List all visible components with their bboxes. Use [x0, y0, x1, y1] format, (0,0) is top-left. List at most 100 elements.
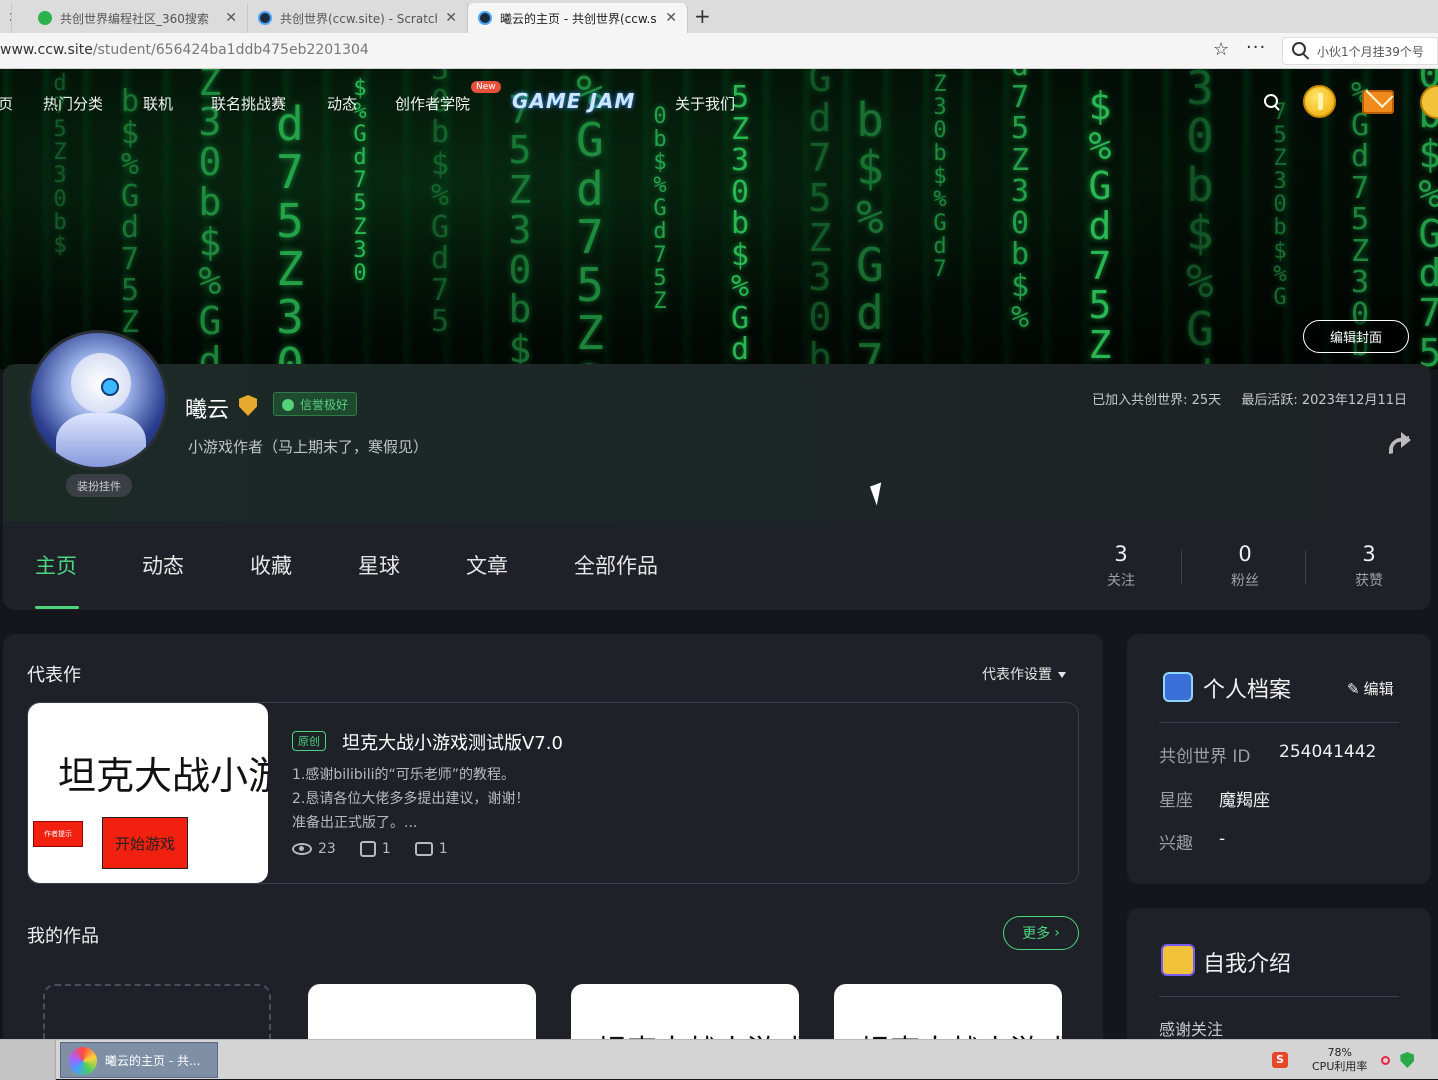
search-icon: [1292, 42, 1306, 56]
intro-title: 自我介绍: [1203, 952, 1292, 977]
share-icon[interactable]: [1389, 432, 1411, 450]
new-tab-button[interactable]: +: [694, 4, 711, 28]
divider: [1159, 996, 1399, 997]
thumbs-up-icon[interactable]: [359, 841, 376, 857]
profile-card-icon: [1163, 672, 1193, 702]
user-avatar[interactable]: [1420, 85, 1438, 119]
stat-likes[interactable]: 3 获赞: [1329, 542, 1409, 590]
active-tab-indicator: [35, 606, 79, 609]
browser-search-box[interactable]: 小伙1个月挂39个号: [1282, 37, 1438, 65]
profile-username: 曦云: [185, 398, 230, 423]
featured-title[interactable]: 坦克大战小游戏测试版V7.0: [342, 729, 563, 755]
browser-app-icon: [69, 1047, 97, 1075]
coin-icon[interactable]: [1303, 85, 1336, 118]
profile-header: 装扮挂件 曦云 信誉极好 小游戏作者（马上期末了，寒假见） 已加入共创世界: 2…: [3, 330, 1431, 522]
tab-favorites[interactable]: 收藏: [250, 550, 292, 580]
site-nav: 页 热门分类 联机 联名挑战赛 动态 创作者学院 New GAME JAM 关于…: [0, 69, 1438, 135]
system-tray: S 78% CPU利用率: [1254, 1044, 1415, 1076]
featured-section-title: 代表作: [27, 665, 81, 686]
more-works-button[interactable]: 更多 ›: [1003, 916, 1079, 950]
cpu-meter[interactable]: 78% CPU利用率: [1312, 1046, 1367, 1074]
close-icon[interactable]: ✕: [225, 10, 237, 26]
taskbar-app-label: 曦云的主页 - 共...: [105, 1053, 201, 1068]
bookmark-star-icon[interactable]: ☆: [1213, 39, 1229, 60]
main-content-card: 代表作 代表作设置 坦克大战小游戏 作者提示 开始游戏 原创 坦克大战小游戏测试…: [3, 634, 1103, 1074]
browser-tab-bar: ✕ 共创世界编程社区_360搜索 ✕ 共创世界(ccw.site) - Scra…: [0, 0, 1438, 33]
browser-search-text: 小伙1个月挂39个号: [1317, 44, 1424, 59]
mail-icon[interactable]: [1362, 90, 1394, 114]
nav-item-online[interactable]: 联机: [143, 93, 173, 114]
desc-line: 1.感谢bilibili的“可乐老师”的教程。: [292, 767, 515, 783]
my-works-title: 我的作品: [27, 926, 99, 947]
cpu-label: CPU利用率: [1312, 1060, 1368, 1073]
search-icon[interactable]: [1264, 94, 1278, 108]
close-icon[interactable]: ✕: [8, 10, 11, 26]
more-label: 更多: [1022, 926, 1051, 942]
comment-count: 1: [438, 841, 448, 857]
interest-label: 兴趣: [1159, 834, 1193, 854]
nav-item-feed[interactable]: 动态: [327, 93, 357, 114]
start-button[interactable]: [0, 1040, 56, 1080]
url-path: /student/656424ba1ddb475eb2201304: [92, 42, 369, 58]
tab-title: 共创世界(ccw.site) - Scratch: [280, 11, 438, 26]
featured-settings-dropdown[interactable]: 代表作设置: [982, 664, 1066, 684]
nav-item-categories[interactable]: 热门分类: [43, 93, 103, 114]
interest-value: -: [1219, 829, 1226, 849]
new-badge: New: [471, 81, 501, 93]
browser-tab-profile[interactable]: 曦云的主页 - 共创世界(ccw.site) ✕: [468, 3, 688, 33]
nav-item-about[interactable]: 关于我们: [675, 93, 735, 114]
archive-edit-button[interactable]: 编辑: [1347, 678, 1394, 699]
tab-feed[interactable]: 动态: [142, 550, 184, 580]
close-icon[interactable]: ✕: [445, 10, 457, 26]
comment-icon[interactable]: [414, 842, 433, 856]
thumbnail-start-button: 开始游戏: [102, 817, 188, 869]
security-shield-icon[interactable]: [1400, 1052, 1415, 1068]
featured-stats: 23 1 1: [292, 841, 448, 857]
gamejam-logo[interactable]: GAME JAM: [512, 89, 635, 113]
tab-overflow-close[interactable]: ✕: [0, 3, 12, 33]
intro-text: 感谢关注: [1159, 1020, 1224, 1039]
like-count: 1: [381, 841, 391, 857]
stat-following[interactable]: 3 关注: [1081, 542, 1161, 590]
more-menu-icon[interactable]: ···: [1246, 37, 1266, 58]
credit-badge: 信誉极好: [273, 392, 358, 416]
zodiac-label: 星座: [1159, 791, 1193, 811]
decor-button[interactable]: 装扮挂件: [66, 474, 132, 497]
featured-thumbnail[interactable]: 坦克大战小游戏 作者提示 开始游戏: [28, 703, 268, 883]
close-icon[interactable]: ✕: [665, 10, 677, 26]
tab-home[interactable]: 主页: [35, 550, 77, 580]
browser-tab-ccw[interactable]: 共创世界(ccw.site) - Scratch ✕: [248, 3, 468, 33]
stat-number: 0: [1238, 542, 1252, 566]
record-icon[interactable]: [1381, 1055, 1391, 1065]
nav-item-home[interactable]: 页: [0, 93, 13, 114]
original-badge: 原创: [292, 731, 326, 751]
stat-number: 3: [1114, 542, 1128, 566]
edit-cover-button[interactable]: 编辑封面: [1303, 320, 1409, 353]
intro-card-icon: [1161, 944, 1195, 976]
browser-tab-search[interactable]: 共创世界编程社区_360搜索 ✕: [28, 3, 248, 33]
taskbar-browser-item[interactable]: 曦云的主页 - 共...: [60, 1042, 218, 1078]
ccw-icon: [258, 11, 272, 25]
profile-bio: 小游戏作者（马上期末了，寒假见）: [188, 438, 429, 456]
sogou-ime-icon[interactable]: S: [1272, 1052, 1288, 1068]
featured-work-card[interactable]: 坦克大战小游戏 作者提示 开始游戏 原创 坦克大战小游戏测试版V7.0 1.感谢…: [27, 702, 1079, 884]
verified-shield-icon: [239, 395, 257, 416]
divider: [1159, 722, 1399, 723]
tab-all-works[interactable]: 全部作品: [574, 550, 658, 580]
url-field[interactable]: www.ccw.site/student/656424ba1ddb475eb22…: [0, 42, 369, 58]
thumbnail-tip: 作者提示: [33, 821, 83, 847]
os-taskbar: 曦云的主页 - 共... S 78% CPU利用率: [0, 1039, 1438, 1080]
profile-avatar[interactable]: [28, 330, 168, 470]
stat-label: 获赞: [1355, 573, 1383, 589]
nav-item-challenge[interactable]: 联名挑战赛: [211, 93, 286, 114]
nav-item-academy[interactable]: 创作者学院: [395, 93, 470, 114]
profile-tabs: 主页 动态 收藏 星球 文章 全部作品 3 关注 0 粉丝 3 获赞: [3, 522, 1431, 610]
stat-divider: [1181, 550, 1182, 584]
id-value: 254041442: [1279, 742, 1377, 762]
matrix-column: d 7 5 Z 3 0 b $ %: [276, 97, 304, 369]
tab-planet[interactable]: 星球: [358, 550, 400, 580]
tab-articles[interactable]: 文章: [466, 550, 508, 580]
tab-title: 共创世界编程社区_360搜索: [60, 11, 209, 26]
stat-followers[interactable]: 0 粉丝: [1205, 542, 1285, 590]
360-search-icon: [38, 11, 52, 25]
